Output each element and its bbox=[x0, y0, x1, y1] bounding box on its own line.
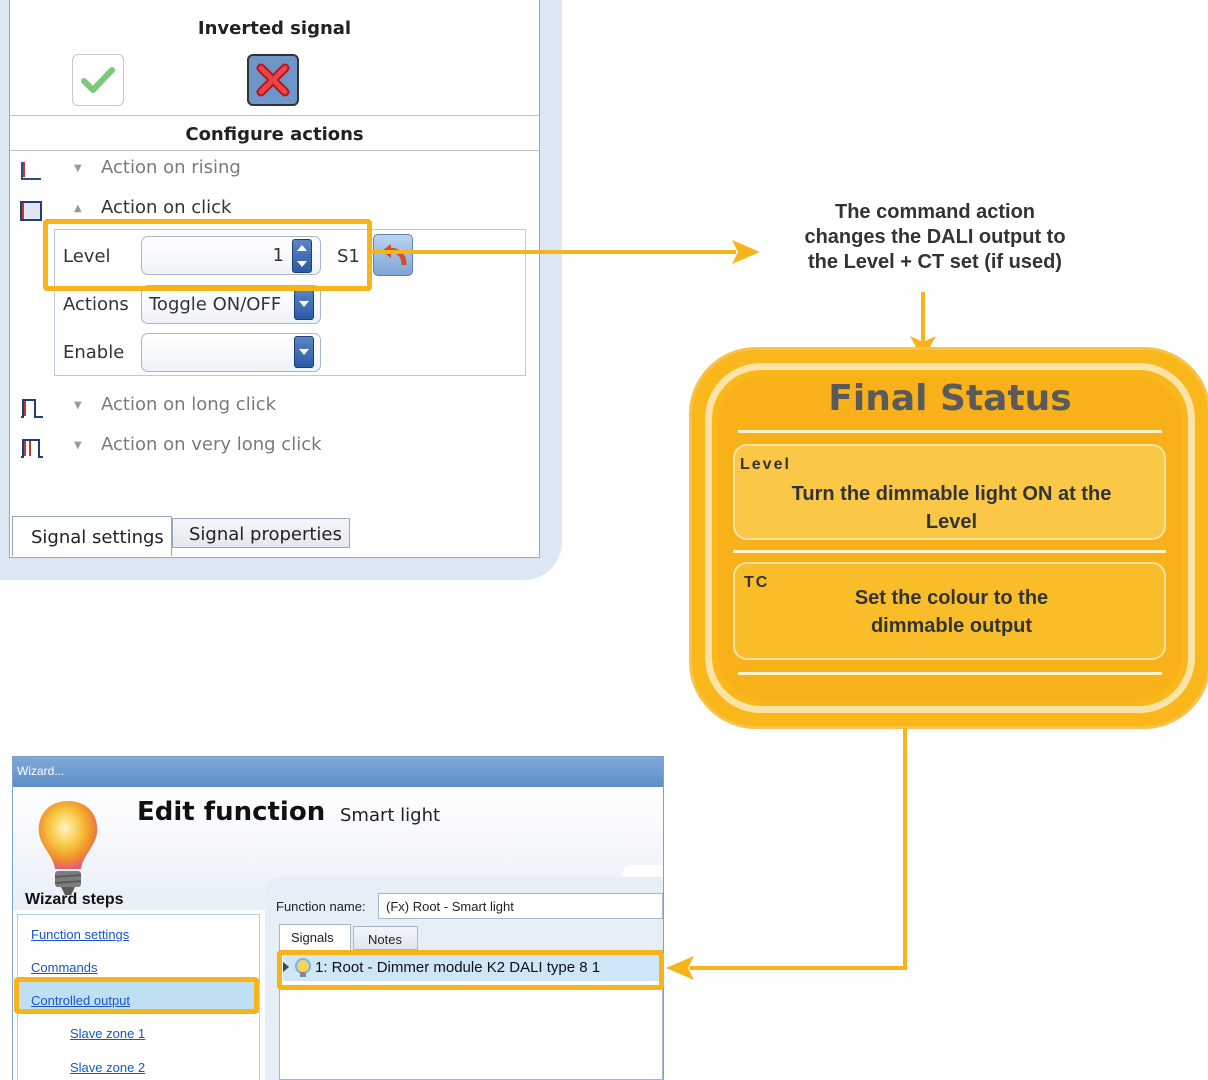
expand-arrow-icon[interactable]: ▼ bbox=[74, 440, 82, 451]
rising-edge-icon bbox=[21, 162, 41, 180]
action-row-long-click[interactable]: ▼ Action on long click bbox=[19, 394, 519, 420]
dropdown-button[interactable] bbox=[294, 288, 314, 320]
status-card-level: Level Turn the dimmable light ON at the … bbox=[733, 444, 1166, 540]
step-slave-zone-1[interactable]: Slave zone 1 bbox=[17, 1015, 260, 1046]
wizard-heading: Edit function bbox=[137, 797, 326, 827]
controlled-output-highlight bbox=[14, 977, 259, 1014]
expand-arrow-icon[interactable]: ▼ bbox=[74, 400, 82, 411]
function-name-label: Function name: bbox=[276, 899, 366, 914]
tab-signal-settings[interactable]: Signal settings bbox=[12, 516, 172, 556]
status-card-text: Turn the dimmable light ON at the Level bbox=[735, 480, 1168, 536]
collapse-arrow-icon[interactable]: ▲ bbox=[74, 203, 82, 214]
step-link[interactable]: Slave zone 2 bbox=[70, 1060, 145, 1075]
checkmark-icon bbox=[81, 67, 115, 93]
signal-item-highlight bbox=[277, 950, 664, 990]
arrow-to-annotation bbox=[372, 250, 736, 254]
step-function-settings[interactable]: Function settings bbox=[17, 916, 260, 947]
arrow-down-line bbox=[903, 728, 907, 968]
actions-label: Actions bbox=[63, 294, 129, 315]
action-row-label: Action on rising bbox=[101, 157, 241, 178]
wizard-titlebar: Wizard... bbox=[13, 757, 663, 787]
step-link[interactable]: Commands bbox=[31, 960, 97, 975]
wizard-subheading: Smart light bbox=[340, 805, 441, 826]
wizard-steps-title: Wizard steps bbox=[25, 891, 124, 908]
capture-level-button[interactable] bbox=[373, 234, 413, 276]
annotation-text: The command action changes the DALI outp… bbox=[760, 200, 1110, 275]
action-row-rising[interactable]: ▼ Action on rising bbox=[19, 157, 519, 183]
arrow-head-icon bbox=[732, 240, 760, 264]
status-card-line: dimmable output bbox=[870, 615, 1033, 637]
expand-arrow-icon[interactable]: ▼ bbox=[74, 163, 82, 174]
level-highlight bbox=[43, 219, 372, 291]
status-divider bbox=[738, 672, 1162, 675]
annotation-line: the Level + CT set (if used) bbox=[808, 251, 1062, 273]
window-title: Wizard... bbox=[17, 764, 65, 778]
action-row-label: Action on click bbox=[101, 197, 232, 218]
arrow-head-icon bbox=[666, 956, 694, 980]
arrow-left-line bbox=[690, 966, 907, 970]
status-card-tag: Level bbox=[740, 456, 791, 473]
long-click-edge-icon bbox=[21, 399, 43, 418]
step-link[interactable]: Function settings bbox=[31, 927, 129, 942]
status-card-tc: TC Set the colour to the dimmable output bbox=[733, 562, 1166, 660]
inverted-signal-title: Inverted signal bbox=[197, 18, 352, 39]
curved-arrow-icon bbox=[382, 244, 407, 266]
status-card-line: Set the colour to the bbox=[854, 587, 1049, 609]
action-row-label: Action on very long click bbox=[101, 434, 322, 455]
inverted-signal-no-button[interactable] bbox=[247, 54, 299, 106]
step-slave-zone-2[interactable]: Slave zone 2 bbox=[17, 1049, 260, 1080]
function-name-input[interactable]: (Fx) Root - Smart light bbox=[378, 893, 663, 919]
enable-dropdown[interactable] bbox=[141, 333, 321, 372]
annotation-line: The command action bbox=[834, 201, 1036, 223]
status-divider bbox=[733, 550, 1166, 553]
enable-label: Enable bbox=[63, 342, 125, 363]
actions-value: Toggle ON/OFF bbox=[149, 294, 282, 315]
annotation-line: changes the DALI output to bbox=[804, 226, 1066, 248]
status-divider bbox=[738, 430, 1162, 433]
click-edge-icon bbox=[20, 201, 42, 221]
divider bbox=[10, 115, 539, 116]
final-status-title: Final Status bbox=[828, 378, 1072, 419]
chevron-down-icon bbox=[299, 349, 309, 355]
inverted-signal-yes-button[interactable] bbox=[72, 54, 124, 106]
step-link[interactable]: Slave zone 1 bbox=[70, 1026, 145, 1041]
red-x-icon bbox=[256, 63, 290, 97]
dropdown-button[interactable] bbox=[294, 336, 314, 368]
wizard-window: Wizard... Edit function Smart light Wiza… bbox=[12, 756, 664, 1080]
tab-notes[interactable]: Notes bbox=[353, 926, 418, 950]
very-long-click-edge-icon bbox=[21, 439, 43, 458]
status-card-line: Turn the dimmable light ON at the bbox=[791, 483, 1112, 505]
action-row-label: Action on long click bbox=[101, 394, 277, 415]
configure-actions-title: Configure actions bbox=[185, 124, 364, 145]
step-commands[interactable]: Commands bbox=[17, 949, 260, 980]
tab-signal-properties[interactable]: Signal properties bbox=[172, 518, 350, 548]
chevron-down-icon bbox=[299, 301, 309, 307]
divider bbox=[10, 150, 539, 151]
action-row-very-long-click[interactable]: ▼ Action on very long click bbox=[19, 434, 519, 460]
status-card-line: Level bbox=[925, 511, 978, 533]
status-card-text: Set the colour to the dimmable output bbox=[735, 584, 1168, 640]
tab-signals[interactable]: Signals bbox=[279, 924, 351, 950]
